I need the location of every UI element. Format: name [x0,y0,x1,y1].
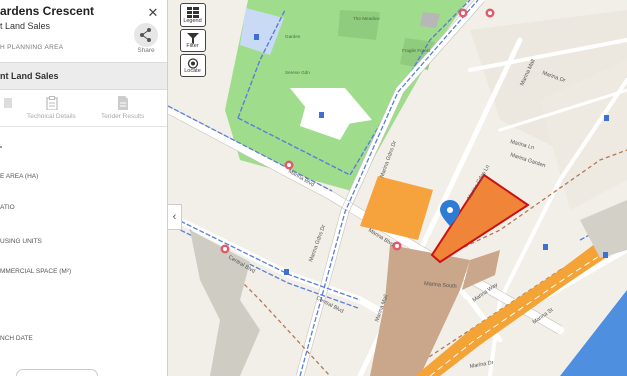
site-title: ardens Crescent [0,4,95,18]
filter-label: Filter [186,43,199,49]
park-label: Fragile Forest [402,48,431,53]
locate-label: Locate [184,68,201,74]
section-header: nt Land Sales [0,62,167,90]
legend-icon [187,7,199,18]
bus-stop-icon [284,269,289,275]
planning-area: H PLANNING AREA [0,44,64,51]
field-commercial-space: MMERCIAL SPACE (M²) [0,268,72,275]
bus-stop-icon [603,252,608,258]
list-bullet [0,146,2,148]
share-icon [140,28,151,42]
legend-button[interactable]: Legend [180,3,206,27]
document-icon[interactable] [117,96,129,110]
field-housing-units: USING UNITS [0,238,42,245]
tab-technical-details[interactable]: Technical Details [27,113,76,120]
field-launch-date: NCH DATE [0,335,33,342]
tab-tender-results[interactable]: Tender Results [101,113,144,120]
panel-action-button[interactable] [16,369,98,376]
site-subtitle: t Land Sales [0,21,51,31]
bus-stop-icon [604,115,609,121]
close-icon[interactable]: ✕ [146,6,160,20]
divider [0,126,167,127]
clipboard-icon[interactable] [46,96,58,110]
overview-tab-icon[interactable] [4,96,14,110]
map-viewport[interactable]: Marina Blvd Marina Blvd Central Blvd Cen… [0,0,627,376]
mrt-station-icon [220,244,230,254]
section-title: nt Land Sales [0,71,59,81]
share-button[interactable] [134,23,158,47]
field-gross-plot-ratio: ATIO [0,204,15,211]
share-label: Share [137,47,155,54]
park-label: The Meadow [353,16,380,21]
bus-stop-icon [254,34,259,40]
site-details-panel: ardens Crescent t Land Sales H PLANNING … [0,0,168,376]
mrt-station-icon [485,8,495,18]
mrt-station-icon [458,8,468,18]
filter-button[interactable]: Filter [180,29,206,52]
chevron-left-icon: ‹ [172,211,177,223]
park-building [338,10,380,40]
mrt-station-icon [284,160,294,170]
park-label: Garden [285,34,301,39]
park-label: Serene Gdn [285,70,310,75]
field-site-area: E AREA (HA) [0,173,39,180]
locate-button[interactable]: Locate [180,54,206,77]
collapse-panel-button[interactable]: ‹ [168,204,182,230]
bus-stop-icon [543,244,548,250]
bus-stop-icon [319,112,324,118]
legend-label: Legend [183,18,202,24]
